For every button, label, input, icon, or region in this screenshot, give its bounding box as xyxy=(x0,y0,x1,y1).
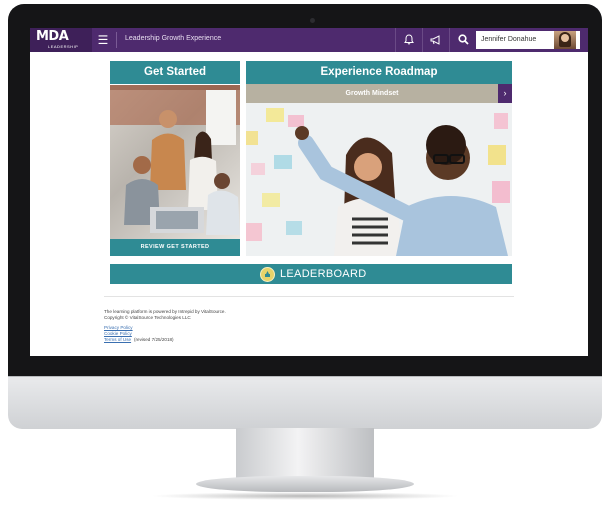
get-started-photo[interactable] xyxy=(110,85,240,239)
user-name: Jennifer Donahue xyxy=(481,36,537,43)
terms-of-use-link[interactable]: Terms of Use xyxy=(104,337,131,342)
avatar-face xyxy=(561,34,569,42)
bell-icon[interactable] xyxy=(395,28,422,52)
top-navbar: MDA LEADERSHIP ☰ Leadership Growth Exper… xyxy=(30,28,588,52)
privacy-policy-link[interactable]: Privacy Policy xyxy=(104,325,133,330)
logo-subtext: LEADERSHIP xyxy=(48,44,79,49)
monitor-chin xyxy=(8,376,602,429)
cookie-policy-link[interactable]: Cookie Policy xyxy=(104,331,132,336)
app-title: Leadership Growth Experience xyxy=(125,35,222,42)
search-icon[interactable] xyxy=(449,28,476,52)
roadmap-photo[interactable] xyxy=(246,103,512,256)
badge-icon xyxy=(260,267,275,282)
avatar xyxy=(554,31,576,49)
chevron-right-icon[interactable]: › xyxy=(498,84,512,103)
logo-text: MDA xyxy=(36,29,69,44)
leaderboard-button[interactable]: LEADERBOARD xyxy=(110,264,512,284)
hamburger-menu-icon[interactable]: ☰ xyxy=(96,33,110,47)
monitor-stand-neck xyxy=(236,428,374,478)
user-profile[interactable]: Jennifer Donahue xyxy=(476,31,580,49)
leaderboard-label: LEADERBOARD xyxy=(280,268,367,280)
megaphone-icon[interactable] xyxy=(422,28,449,52)
screen: MDA LEADERSHIP ☰ Leadership Growth Exper… xyxy=(30,28,588,356)
experience-roadmap-title[interactable]: Experience Roadmap xyxy=(246,61,512,84)
copyright-text: Copyright © VitalSource Technologies LLC xyxy=(104,315,191,320)
roadmap-subtitle: Growth Mindset xyxy=(246,84,498,103)
revised-date: (revised 7/25/2018) xyxy=(134,337,174,342)
review-get-started-button[interactable]: REVIEW GET STARTED xyxy=(110,239,240,256)
webcam xyxy=(310,18,315,23)
monitor-shadow xyxy=(150,492,460,500)
logo[interactable]: MDA LEADERSHIP xyxy=(30,28,92,52)
powered-by-text: The learning platform is powered by Intr… xyxy=(104,309,226,314)
footer-divider xyxy=(104,296,514,297)
monitor-stand-base xyxy=(196,476,414,492)
navbar-divider xyxy=(116,32,117,48)
get-started-title[interactable]: Get Started xyxy=(110,61,240,84)
